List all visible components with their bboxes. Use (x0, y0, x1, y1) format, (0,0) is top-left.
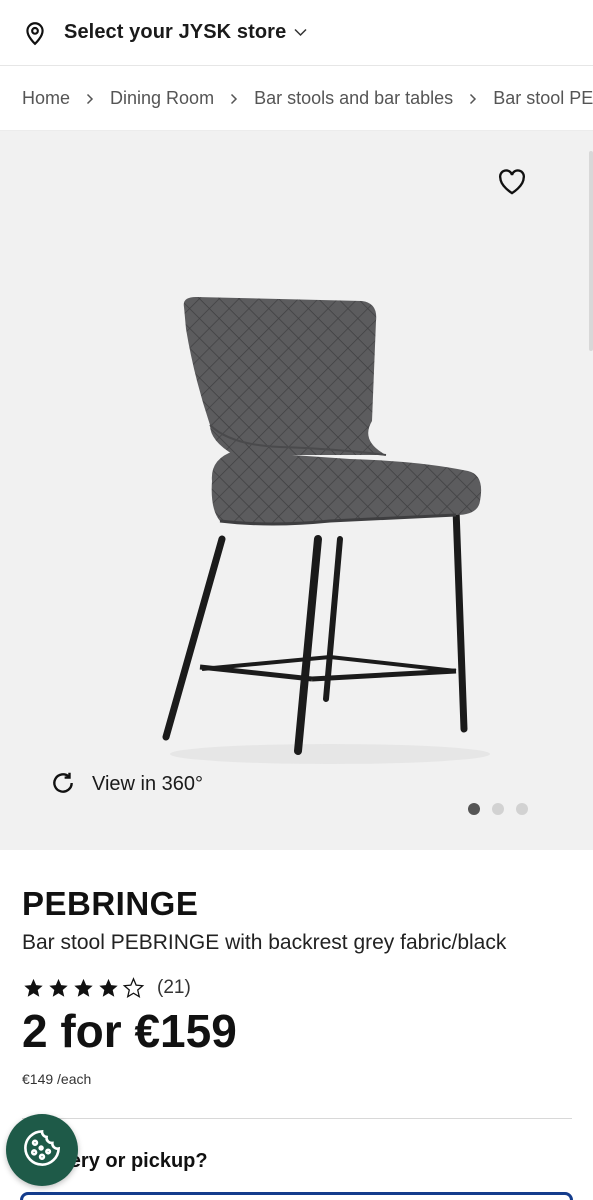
product-image-bar-stool (162, 297, 490, 764)
view-360-label: View in 360° (92, 772, 204, 795)
star-filled-icon (99, 978, 118, 997)
product-brand: PEBRINGE (22, 885, 199, 922)
delivery-option-button[interactable] (20, 1192, 573, 1200)
product-info: PEBRINGE Bar stool PEBRINGE with backres… (22, 885, 572, 955)
product-price: 2 for €159 (22, 1005, 237, 1057)
gallery-dot-2[interactable] (492, 803, 504, 815)
chevron-down-icon (294, 26, 308, 40)
view-360-button[interactable]: View in 360° (50, 767, 203, 801)
star-empty-icon (122, 977, 145, 999)
product-image-gallery[interactable]: View in 360° (0, 131, 593, 850)
gallery-dot-3[interactable] (516, 803, 528, 815)
star-filled-icon (74, 978, 93, 997)
heart-icon[interactable] (498, 169, 528, 197)
chevron-right-icon (230, 93, 238, 105)
product-rating[interactable]: (21) (22, 974, 191, 1002)
product-description: Bar stool PEBRINGE with backrest grey fa… (22, 931, 507, 954)
scrollbar[interactable] (589, 151, 593, 351)
gallery-pagination (468, 803, 528, 815)
breadcrumb-current: Bar stool PEBRINGE (493, 88, 593, 108)
rotate-360-icon (50, 770, 78, 798)
gallery-dot-1[interactable] (468, 803, 480, 815)
chevron-right-icon (469, 93, 477, 105)
cookie-settings-button[interactable] (6, 1114, 78, 1186)
cookie-icon (21, 1127, 63, 1174)
unit-price: €149 /each (22, 1071, 92, 1087)
breadcrumb: Home Dining Room Bar stools and bar tabl… (0, 67, 593, 131)
review-count: (21) (157, 977, 191, 998)
location-pin-icon (22, 20, 48, 46)
star-filled-icon (49, 978, 68, 997)
divider (22, 1118, 572, 1119)
breadcrumb-dining-room[interactable]: Dining Room (110, 88, 214, 109)
store-selector[interactable]: Select your JYSK store (0, 0, 593, 66)
star-filled-icon (24, 978, 43, 997)
store-selector-label: Select your JYSK store (64, 21, 287, 43)
breadcrumb-home[interactable]: Home (22, 88, 70, 109)
breadcrumb-bar-stools[interactable]: Bar stools and bar tables (254, 88, 453, 109)
chevron-right-icon (86, 93, 94, 105)
